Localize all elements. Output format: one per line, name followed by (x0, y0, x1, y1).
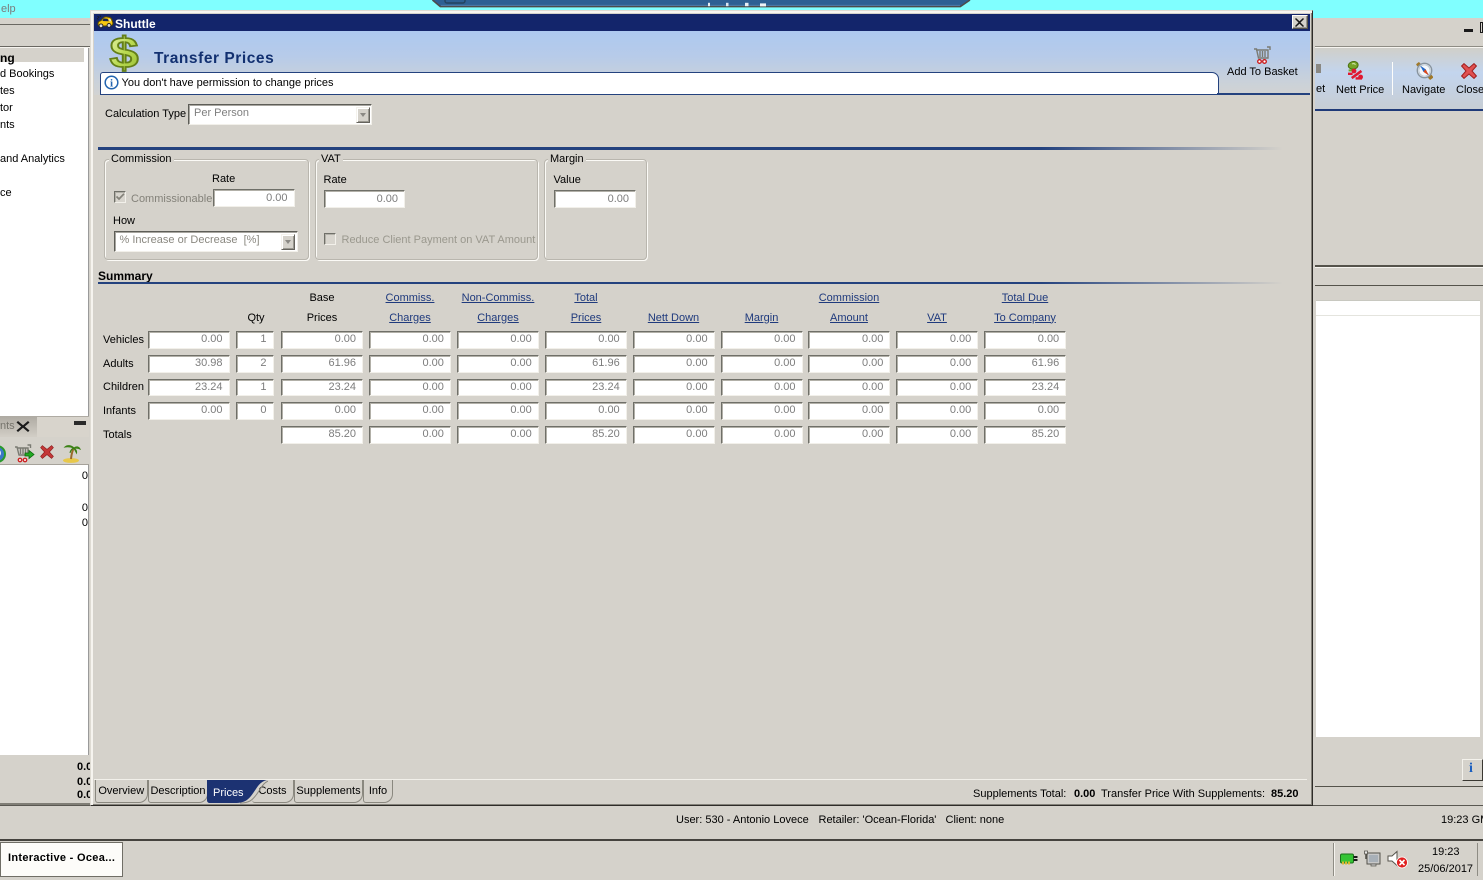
svg-text:$: $ (110, 33, 139, 73)
svg-text:i: i (110, 78, 113, 90)
